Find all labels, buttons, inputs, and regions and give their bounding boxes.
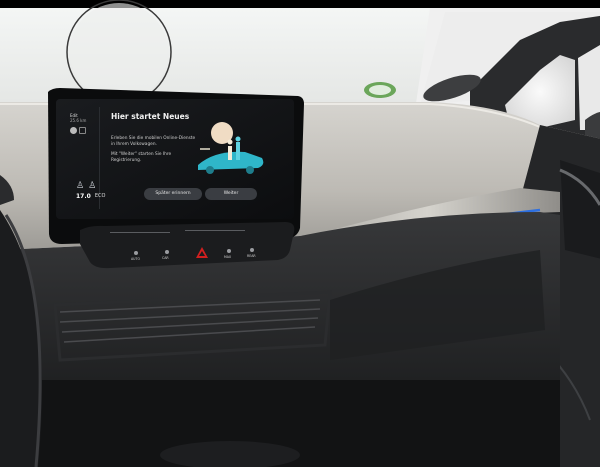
seat-heat-left-icon[interactable]: ♙ [76,181,84,191]
status-line-2: 25.6 km [70,118,87,123]
climate-label-auto[interactable]: AUTO [131,257,140,261]
toggle-icon[interactable] [70,127,77,134]
remind-later-button[interactable]: Später erinnern [144,188,202,200]
climate-label-rear[interactable]: REAR [247,254,256,258]
screen-body-text-1: Erleben Sie die mobilen Online-Dienste i… [111,136,196,147]
mini-buttons [70,127,86,134]
status-area: Edit 25.6 km [70,113,86,123]
photo-background [0,0,606,467]
temperature-left[interactable]: 17.0 [76,193,91,200]
screen-title: Hier startet Neues [111,112,190,121]
eco-label[interactable]: ECO [95,193,106,200]
top-black-bar [0,0,606,8]
climate-label-car[interactable]: CAR [162,256,169,260]
infotainment-screen: Edit 25.6 km ♙ ♙ 17.0 ECO Hier startet N… [56,99,294,219]
seat-climate-area: ♙ ♙ 17.0 ECO [76,181,105,200]
next-button[interactable]: Weiter [205,188,257,200]
square-icon[interactable] [79,127,86,134]
car-interior-photo: Edit 25.6 km ♙ ♙ 17.0 ECO Hier startet N… [0,0,606,467]
screen-body-text-2: Mit "Weiter" starten Sie Ihre Registrier… [111,152,172,163]
climate-label-max[interactable]: MAX [224,255,231,259]
seat-heat-right-icon[interactable]: ♙ [88,181,96,191]
